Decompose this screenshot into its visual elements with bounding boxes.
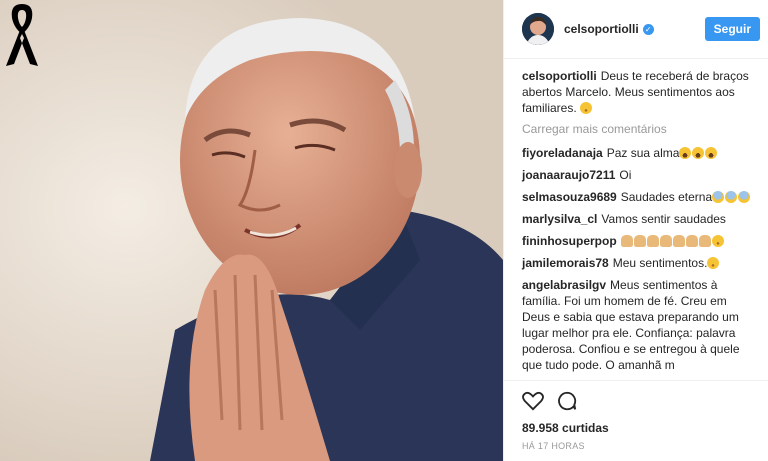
pray-emoji [672,235,685,247]
black-ribbon-icon [6,4,38,66]
caption: celsoportiolli Deus te receberá de braços… [522,68,754,116]
blue-emoji [725,191,738,203]
post-sidebar: celsoportiolli ✓ Seguir celsoportiolli De… [503,0,768,461]
post-header: celsoportiolli ✓ Seguir [504,0,768,59]
avatar-illustration [522,13,554,45]
comment-row: fininhosuperpop [522,233,754,249]
worry-emoji [711,235,724,247]
heart-icon[interactable] [522,391,544,411]
comment-text: Meu sentimentos. [612,256,708,270]
comment-username[interactable]: fiyoreladanaja [522,146,603,160]
comment-username[interactable]: selmasouza9689 [522,190,617,204]
comment-text: Paz sua alma [606,146,680,160]
post-photo[interactable] [0,0,503,461]
comment-username[interactable]: jamilemorais78 [522,256,609,270]
comment-username[interactable]: angelabrasilgv [522,278,606,292]
comment-row: joanaaraujo7211 Oi [522,167,754,183]
blue-emoji [712,191,725,203]
comment-text: Saudades eterna [620,190,713,204]
comment-text: Meus sentimentos à família. Foi um homem… [522,278,740,372]
pray-emoji [633,235,646,247]
follow-button[interactable]: Seguir [704,17,760,41]
pray-emoji [685,235,698,247]
pray-emoji [698,235,711,247]
likes-count[interactable]: 89.958 curtidas [522,421,750,435]
pray-emoji [646,235,659,247]
comment-icon[interactable] [556,390,578,412]
comment-text: Oi [619,168,632,182]
fear-emoji [692,147,705,159]
post-actions: 89.958 curtidas HÁ 17 HORAS [504,380,768,461]
comments-list[interactable]: celsoportiolli Deus te receberá de braços… [504,60,768,380]
comment-username[interactable]: fininhosuperpop [522,234,617,248]
verified-icon: ✓ [642,23,654,35]
pray-emoji [620,235,633,247]
comment-row: fiyoreladanaja Paz sua alma [522,145,754,161]
comment-row: selmasouza9689 Saudades eterna [522,189,754,205]
action-icons [522,389,750,413]
comment-row: angelabrasilgv Meus sentimentos à família… [522,277,754,373]
avatar[interactable] [522,13,554,45]
comment-username[interactable]: marlysilva_cl [522,212,597,226]
load-more-comments-link[interactable]: Carregar mais comentários [522,122,754,136]
photo-illustration [0,0,503,461]
caption-username[interactable]: celsoportiolli [522,69,597,83]
comment-items: fiyoreladanaja Paz sua alma joanaaraujo721… [522,145,754,373]
fear-emoji [705,147,718,159]
comment-row: marlysilva_cl Vamos sentir saudades [522,211,754,227]
comment-username[interactable]: joanaaraujo7211 [522,168,615,182]
author-username[interactable]: celsoportiolli [564,22,639,36]
blue-emoji [738,191,751,203]
comment-text: Vamos sentir saudades [601,212,726,226]
comment-row: jamilemorais78 Meu sentimentos. [522,255,754,271]
sad-face-emoji [580,102,593,114]
fear-emoji [679,147,692,159]
pray-emoji [659,235,672,247]
post-time[interactable]: HÁ 17 HORAS [522,441,750,451]
worry-emoji [707,257,720,269]
